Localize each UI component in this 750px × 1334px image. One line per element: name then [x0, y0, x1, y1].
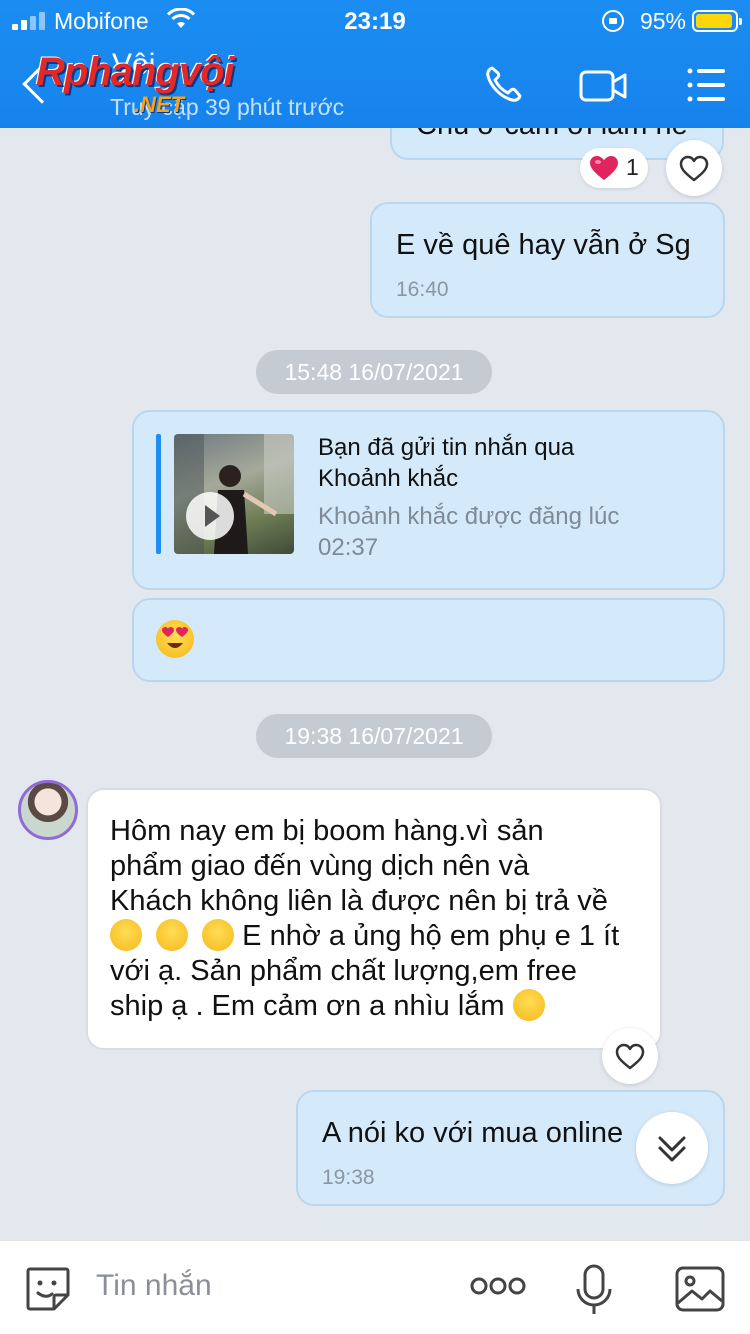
message-text: A nói ko với mua online: [322, 1117, 624, 1149]
sticker-icon[interactable]: [22, 1263, 74, 1315]
message-line-with-emoji: E nhờ a ủng hộ em phụ e 1 ít: [110, 919, 650, 954]
moment-title: Bạn đã gửi tin nhắn qua Khoảnh khắc: [318, 434, 575, 492]
message-input[interactable]: Tin nhắn: [96, 1269, 212, 1303]
pleading-face-emoji: [512, 989, 545, 1021]
reaction-count: 1: [626, 154, 639, 180]
more-icon[interactable]: [470, 1271, 526, 1301]
message-bubble-emoji[interactable]: [132, 598, 725, 682]
message-bubble-outgoing[interactable]: E về quê hay vẫn ở Sg 16:40: [370, 202, 725, 318]
clock: 23:19: [344, 8, 406, 35]
chat-header: Vội Truy cập 39 phút trước Rphangvội .NE…: [0, 42, 750, 128]
battery-percent: 95%: [639, 8, 686, 34]
message-text: Hôm nay em bị boom hàng.vì sản phẩm giao…: [110, 814, 650, 1024]
like-button[interactable]: [666, 140, 722, 196]
message-bubble-incoming[interactable]: Hôm nay em bị boom hàng.vì sản phẩm giao…: [86, 788, 662, 1050]
watermark-logo-suffix: .NET: [134, 92, 185, 117]
watermark-logo: Rphangvội: [36, 50, 235, 94]
quote-bar: [156, 434, 161, 554]
status-bar: Mobifone 23:19 95%: [0, 0, 750, 42]
date-separator: 15:48 16/07/2021: [256, 350, 492, 394]
person-silhouette: [174, 434, 294, 554]
reaction-badge[interactable]: 1: [580, 148, 648, 188]
heart-eyes-emoji: [156, 620, 194, 658]
moment-subtitle: Khoảnh khắc được đăng lúc 02:37: [318, 503, 620, 561]
avatar[interactable]: [18, 780, 78, 840]
scroll-down-icon: [658, 1136, 686, 1162]
pleading-face-emoji: [156, 919, 189, 951]
heart-icon: [590, 156, 618, 180]
message-line-last: ship ạ . Em cảm ơn a nhìu lắm: [110, 989, 650, 1024]
heart-outline-icon: [615, 1043, 645, 1070]
date-separator: 19:38 16/07/2021: [256, 714, 492, 758]
message-composer: Tin nhắn: [0, 1240, 750, 1334]
phone-icon[interactable]: [480, 62, 530, 108]
orientation-lock-icon: [602, 10, 624, 32]
message-time: 16:40: [396, 278, 449, 301]
scroll-down-button[interactable]: [636, 1112, 708, 1184]
menu-icon[interactable]: [682, 62, 732, 108]
message-text: E về quê hay vẫn ở Sg: [396, 229, 691, 261]
play-icon[interactable]: [186, 492, 234, 540]
mic-icon[interactable]: [574, 1263, 614, 1317]
message-time: 19:38: [322, 1166, 375, 1189]
top-bar: Mobifone 23:19 95% Vội Truy cập 39 phút …: [0, 0, 750, 128]
like-button[interactable]: [602, 1028, 658, 1084]
pleading-face-emoji: [110, 919, 142, 951]
pleading-face-emoji: [202, 919, 235, 951]
moment-thumbnail[interactable]: [174, 434, 294, 554]
video-icon[interactable]: [578, 62, 628, 108]
battery-icon: [692, 10, 742, 32]
image-icon[interactable]: [674, 1265, 726, 1313]
heart-outline-icon: [679, 155, 709, 182]
